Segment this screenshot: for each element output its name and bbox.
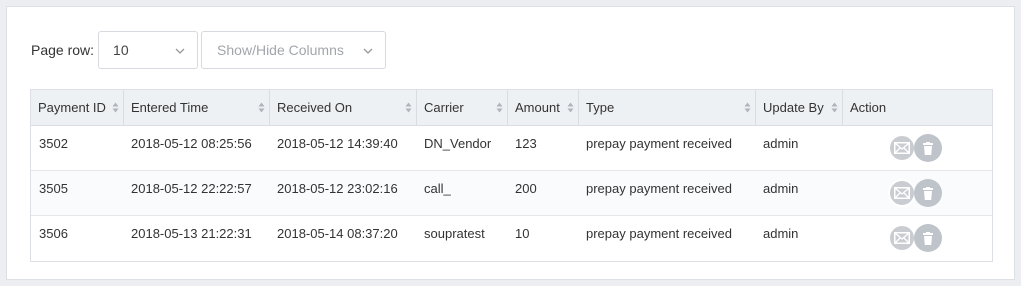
cell-actions bbox=[843, 216, 992, 261]
cell-carrier: DN_Vendor bbox=[424, 136, 492, 151]
cell-entered-time: 2018-05-12 22:22:57 bbox=[131, 181, 252, 196]
sort-icon[interactable] bbox=[496, 101, 503, 114]
cell-actions bbox=[843, 171, 992, 215]
mail-icon bbox=[894, 142, 910, 154]
send-email-button[interactable] bbox=[888, 224, 916, 252]
cell-received-on: 2018-05-14 08:37:20 bbox=[277, 226, 398, 241]
send-email-button[interactable] bbox=[888, 179, 916, 207]
cell-amount: 123 bbox=[515, 136, 537, 151]
cell-entered-time: 2018-05-13 21:22:31 bbox=[131, 226, 252, 241]
column-header-amount[interactable]: Amount bbox=[508, 90, 579, 125]
table-row: 3502 2018-05-12 08:25:56 2018-05-12 14:3… bbox=[31, 126, 992, 171]
sort-icon[interactable] bbox=[405, 101, 412, 114]
cell-update-by: admin bbox=[763, 226, 799, 241]
delete-button[interactable] bbox=[914, 134, 942, 162]
show-hide-columns-placeholder: Show/Hide Columns bbox=[217, 42, 344, 58]
sort-icon[interactable] bbox=[831, 101, 838, 114]
row-actions bbox=[888, 179, 942, 207]
page-row-select[interactable]: 10 bbox=[98, 31, 199, 69]
column-header-payment-id[interactable]: Payment ID bbox=[31, 90, 124, 125]
delete-button[interactable] bbox=[914, 179, 942, 207]
trash-icon bbox=[923, 231, 933, 245]
column-header-action: Action bbox=[850, 100, 887, 115]
cell-payment-id: 3506 bbox=[39, 226, 68, 241]
row-actions bbox=[888, 224, 942, 252]
chevron-down-icon bbox=[363, 48, 373, 54]
sort-icon[interactable] bbox=[258, 101, 265, 114]
cell-type: prepay payment received bbox=[586, 226, 732, 241]
column-header-type[interactable]: Type bbox=[579, 90, 756, 125]
column-header-received-on[interactable]: Received On bbox=[270, 90, 417, 125]
chevron-down-icon bbox=[175, 48, 185, 54]
cell-update-by: admin bbox=[763, 181, 799, 196]
page-row-value: 10 bbox=[113, 42, 129, 58]
column-header-update-by[interactable]: Update By bbox=[756, 90, 843, 125]
column-header-carrier[interactable]: Carrier bbox=[417, 90, 508, 125]
cell-received-on: 2018-05-12 23:02:16 bbox=[277, 181, 398, 196]
table-row: 3506 2018-05-13 21:22:31 2018-05-14 08:3… bbox=[31, 216, 992, 261]
payments-panel: Page row: 10 Show/Hide Columns Payment I… bbox=[6, 6, 1015, 280]
show-hide-columns-select[interactable]: Show/Hide Columns bbox=[201, 31, 387, 69]
delete-button[interactable] bbox=[914, 224, 942, 252]
table-row: 3505 2018-05-12 22:22:57 2018-05-12 23:0… bbox=[31, 171, 992, 216]
cell-type: prepay payment received bbox=[586, 136, 732, 151]
cell-type: prepay payment received bbox=[586, 181, 732, 196]
table-toolbar: Page row: 10 Show/Hide Columns bbox=[31, 30, 387, 70]
page-row-label: Page row: bbox=[31, 42, 95, 58]
mail-icon bbox=[894, 187, 910, 199]
sort-icon[interactable] bbox=[744, 101, 751, 114]
cell-actions bbox=[843, 126, 992, 170]
cell-received-on: 2018-05-12 14:39:40 bbox=[277, 136, 398, 151]
table-header-row: Payment ID Entered Time Received On Carr… bbox=[31, 90, 992, 126]
column-header-entered-time[interactable]: Entered Time bbox=[124, 90, 270, 125]
sort-icon[interactable] bbox=[112, 101, 119, 114]
cell-amount: 10 bbox=[515, 226, 530, 241]
sort-icon[interactable] bbox=[567, 101, 574, 114]
cell-carrier: call_ bbox=[424, 181, 451, 196]
trash-icon bbox=[923, 186, 933, 200]
mail-icon bbox=[894, 232, 910, 244]
row-actions bbox=[888, 134, 942, 162]
cell-payment-id: 3502 bbox=[39, 136, 68, 151]
send-email-button[interactable] bbox=[888, 134, 916, 162]
cell-carrier: soupratest bbox=[424, 226, 485, 241]
cell-entered-time: 2018-05-12 08:25:56 bbox=[131, 136, 252, 151]
cell-payment-id: 3505 bbox=[39, 181, 68, 196]
cell-amount: 200 bbox=[515, 181, 537, 196]
cell-update-by: admin bbox=[763, 136, 799, 151]
payments-table: Payment ID Entered Time Received On Carr… bbox=[30, 89, 993, 262]
trash-icon bbox=[923, 141, 933, 155]
